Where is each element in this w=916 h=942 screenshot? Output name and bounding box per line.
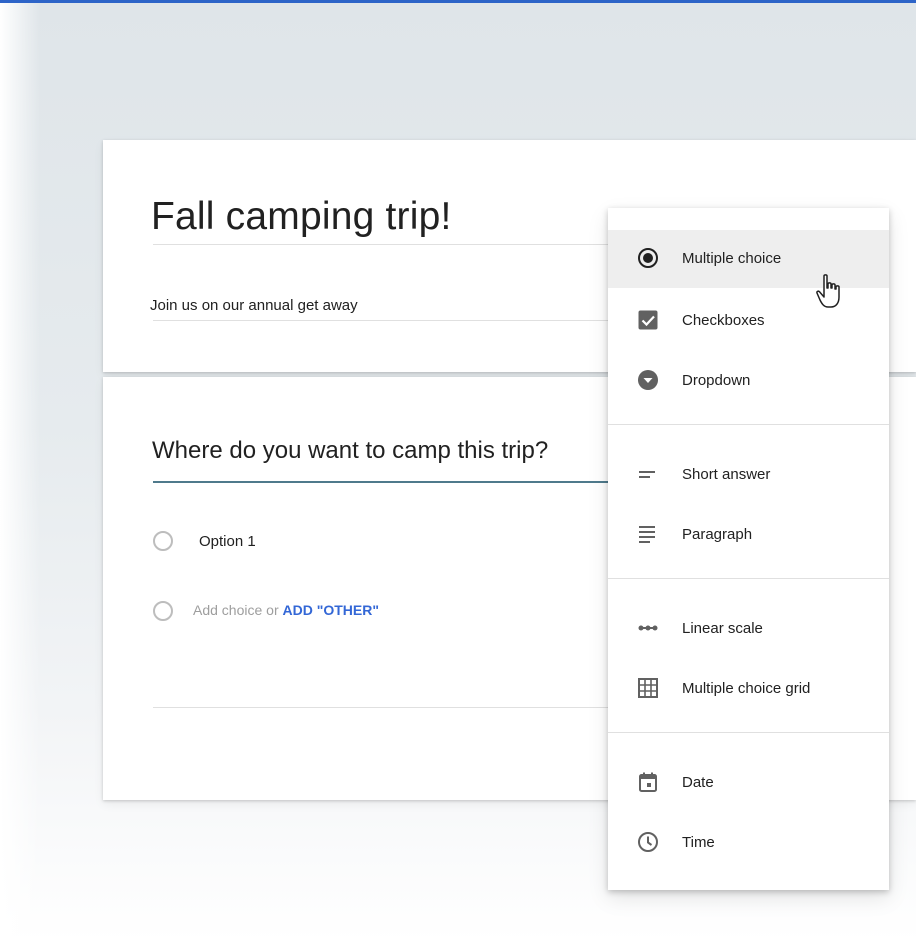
short-text-icon — [639, 471, 655, 478]
question-footer-divider — [153, 707, 623, 708]
form-title[interactable]: Fall camping trip! — [151, 195, 452, 239]
paragraph-icon — [639, 526, 655, 543]
menu-item-multiple-choice[interactable]: Multiple choice — [608, 230, 889, 308]
menu-item-time[interactable]: Time — [608, 814, 889, 872]
menu-item-linear-scale[interactable]: Linear scale — [608, 600, 889, 658]
menu-divider — [608, 424, 889, 425]
add-choice-label[interactable]: Add choice or — [193, 602, 279, 618]
calendar-icon — [639, 772, 657, 792]
menu-item-label: Dropdown — [682, 372, 751, 389]
menu-item-label: Time — [682, 834, 715, 851]
menu-item-label: Multiple choice grid — [682, 680, 811, 697]
menu-item-multiple-choice-grid[interactable]: Multiple choice grid — [608, 660, 889, 718]
add-other-link[interactable]: ADD "OTHER" — [283, 602, 380, 618]
form-description[interactable]: Join us on our annual get away — [150, 297, 358, 314]
option-1-label[interactable]: Option 1 — [199, 533, 256, 550]
menu-item-checkboxes[interactable]: Checkboxes — [608, 292, 889, 350]
add-choice-text[interactable]: Add choice or ADD "OTHER" — [193, 602, 379, 618]
grid-icon — [638, 678, 658, 698]
menu-divider — [608, 732, 889, 733]
form-description-underline — [153, 320, 653, 321]
question-title-input[interactable]: Where do you want to camp this trip? — [152, 437, 548, 465]
add-option-radio — [153, 601, 173, 621]
question-type-menu: Multiple choice Checkboxes Dropdown Shor… — [608, 208, 889, 890]
menu-item-label: Linear scale — [682, 620, 763, 637]
form-title-underline — [153, 244, 653, 245]
menu-item-label: Paragraph — [682, 526, 753, 543]
menu-item-paragraph[interactable]: Paragraph — [608, 506, 889, 564]
checkbox-icon — [638, 310, 658, 330]
menu-item-label: Date — [682, 774, 714, 791]
menu-divider — [608, 578, 889, 579]
menu-item-short-answer[interactable]: Short answer — [608, 446, 889, 504]
menu-item-dropdown[interactable]: Dropdown — [608, 352, 889, 410]
question-title-underline — [153, 481, 623, 483]
menu-item-label: Checkboxes — [682, 312, 765, 329]
menu-item-label: Short answer — [682, 466, 771, 483]
dropdown-icon — [638, 370, 658, 390]
clock-icon — [638, 832, 658, 852]
menu-item-date[interactable]: Date — [608, 754, 889, 812]
radio-checked-icon — [638, 248, 658, 268]
background-edge-fade — [0, 3, 40, 942]
menu-item-label: Multiple choice — [682, 250, 782, 267]
option-1-radio — [153, 531, 173, 551]
linear-scale-icon — [638, 625, 658, 631]
